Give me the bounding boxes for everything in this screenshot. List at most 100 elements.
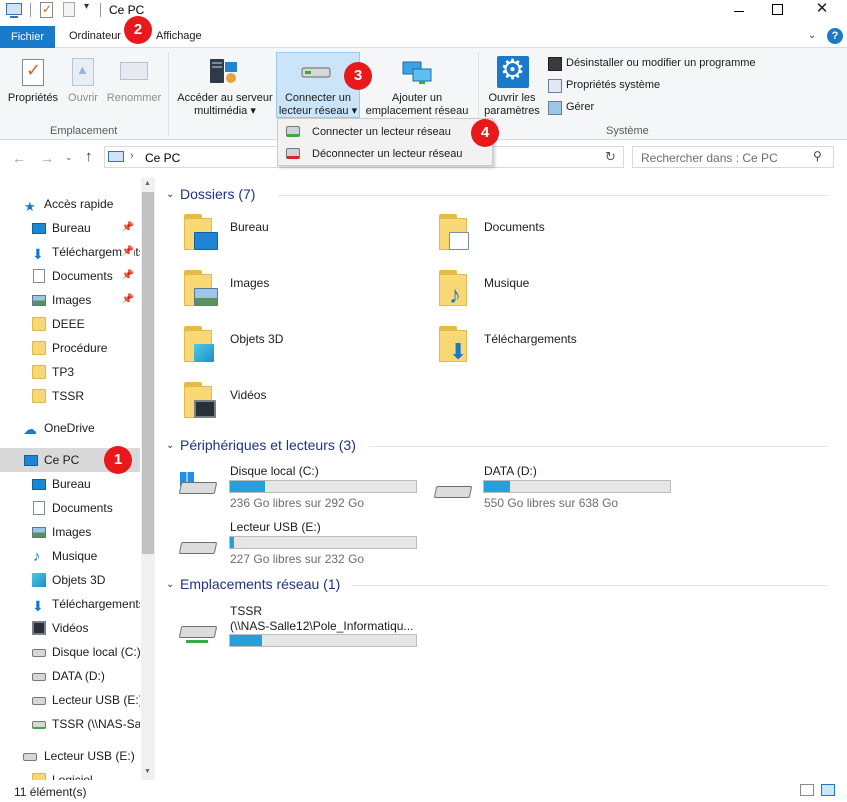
- close-button[interactable]: ✕: [804, 0, 840, 22]
- sidebar-item-onedrive[interactable]: ☁ OneDrive: [0, 416, 140, 440]
- breadcrumb-chevron-icon[interactable]: ›: [130, 150, 134, 162]
- drive-d-usage-bar: [483, 480, 671, 493]
- folder-item-musique[interactable]: Musique: [484, 276, 529, 290]
- search-placeholder: Rechercher dans : Ce PC: [641, 151, 778, 165]
- map-network-drive-button[interactable]: Connecter un: [276, 92, 360, 105]
- drive-e-usage-fill: [230, 537, 234, 548]
- sidebar-scrollbar-thumb[interactable]: [142, 192, 154, 554]
- separator: [30, 3, 31, 17]
- collapse-chevron-icon[interactable]: ⌄: [166, 189, 174, 200]
- cloud-icon: ☁: [23, 421, 37, 437]
- folder-item-telechargements[interactable]: Téléchargements: [484, 332, 577, 346]
- drive-e-name[interactable]: Lecteur USB (E:): [230, 520, 321, 534]
- sidebar-item-label: OneDrive: [44, 421, 95, 435]
- search-icon[interactable]: ⚲: [813, 149, 822, 163]
- menu-item-disconnect-network-drive[interactable]: Déconnecter un lecteur réseau: [279, 143, 492, 165]
- sidebar-item-label: Documents: [52, 501, 113, 515]
- sidebar-item-logiciel[interactable]: Logiciel: [0, 768, 140, 780]
- manage-button[interactable]: Gérer: [566, 101, 594, 114]
- media-server-dropdown[interactable]: multimédia ▾: [172, 105, 278, 118]
- media-server-button[interactable]: Accéder au serveur: [172, 92, 278, 105]
- sidebar-item-tssr[interactable]: TSSR: [0, 384, 140, 408]
- media-server-icon: [210, 59, 237, 83]
- maximize-button[interactable]: [760, 0, 796, 22]
- section-header-folders[interactable]: Dossiers (7): [180, 186, 255, 202]
- sidebar-item-pc-3d[interactable]: Objets 3D: [0, 568, 140, 592]
- folder-item-videos[interactable]: Vidéos: [230, 388, 266, 402]
- network-drive-usage-fill: [230, 635, 262, 646]
- scroll-up-arrow-icon[interactable]: ▲: [144, 180, 151, 187]
- large-icons-view-icon[interactable]: [821, 784, 835, 796]
- sidebar-item-pc-bureau[interactable]: Bureau: [0, 472, 140, 496]
- sidebar-item-images[interactable]: Images 📌: [0, 288, 140, 312]
- collapse-chevron-icon[interactable]: ⌄: [166, 440, 174, 451]
- sidebar-item-documents[interactable]: Documents 📌: [0, 264, 140, 288]
- sidebar-item-quick-access[interactable]: ★ Accès rapide: [0, 192, 140, 216]
- new-folder-quick-icon[interactable]: [63, 2, 75, 17]
- up-arrow-icon[interactable]: ↑: [85, 148, 93, 165]
- sidebar-item-drive-e[interactable]: Lecteur USB (E:): [0, 688, 140, 712]
- details-view-icon[interactable]: [800, 784, 814, 796]
- collapse-chevron-icon[interactable]: ⌄: [166, 579, 174, 590]
- pin-icon: 📌: [121, 240, 134, 264]
- navigation-pane: ★ Accès rapide Bureau 📌 ⬇ Téléchargement…: [0, 178, 157, 780]
- tab-file[interactable]: Fichier: [0, 26, 55, 48]
- sidebar-item-drive-d[interactable]: DATA (D:): [0, 664, 140, 688]
- sidebar-item-drive-c[interactable]: Disque local (C:): [0, 640, 140, 664]
- drive-c-name[interactable]: Disque local (C:): [230, 464, 319, 478]
- drive-d-usage-fill: [484, 481, 511, 492]
- folder-item-images[interactable]: Images: [230, 276, 269, 290]
- add-network-location-button-line2[interactable]: emplacement réseau: [360, 105, 474, 118]
- sidebar-item-deee[interactable]: DEEE: [0, 312, 140, 336]
- forward-arrow-icon[interactable]: →: [40, 150, 54, 166]
- sidebar-item-bureau[interactable]: Bureau 📌: [0, 216, 140, 240]
- sidebar-item-pc-images[interactable]: Images: [0, 520, 140, 544]
- sidebar-item-tp3[interactable]: TP3: [0, 360, 140, 384]
- properties-button[interactable]: Propriétés: [4, 92, 62, 105]
- ribbon-collapse-chevron-icon[interactable]: ⌄: [808, 30, 816, 41]
- refresh-icon[interactable]: ↻: [605, 149, 616, 165]
- folder-item-bureau[interactable]: Bureau: [230, 220, 269, 234]
- pin-icon: 📌: [121, 294, 134, 305]
- uninstall-program-button[interactable]: Désinstaller ou modifier un programme: [566, 57, 756, 70]
- customize-quick-access-dropdown[interactable]: ▾: [84, 1, 89, 12]
- open-button[interactable]: Ouvrir: [62, 92, 104, 105]
- help-button[interactable]: ?: [827, 28, 843, 44]
- breadcrumb-this-pc[interactable]: Ce PC: [145, 151, 180, 165]
- menu-item-connect-network-drive[interactable]: Connecter un lecteur réseau: [279, 121, 492, 143]
- sidebar-item-pc-videos[interactable]: Vidéos: [0, 616, 140, 640]
- sidebar-item-downloads[interactable]: ⬇ Téléchargements 📌: [0, 240, 140, 264]
- open-settings-button-line2[interactable]: paramètres: [481, 105, 543, 118]
- window-title: Ce PC: [109, 3, 145, 17]
- add-network-location-button[interactable]: Ajouter un: [360, 92, 474, 105]
- network-drive-name[interactable]: TSSR: [230, 604, 262, 618]
- minimize-button[interactable]: [722, 0, 758, 22]
- recent-locations-chevron-icon[interactable]: ⌄: [65, 152, 73, 163]
- sidebar-item-network-tssr[interactable]: TSSR (\\NAS-Salle12\Pole_Informatique): [0, 712, 140, 736]
- sidebar-item-pc-music[interactable]: ♪ Musique: [0, 544, 140, 568]
- folder-item-objets-3d[interactable]: Objets 3D: [230, 332, 283, 346]
- music-note-icon: ♪: [33, 548, 41, 565]
- section-header-network[interactable]: Emplacements réseau (1): [180, 576, 340, 592]
- scroll-down-arrow-icon[interactable]: ▼: [144, 768, 151, 775]
- rename-button[interactable]: Renommer: [104, 92, 164, 105]
- sidebar-item-pc-documents[interactable]: Documents: [0, 496, 140, 520]
- section-header-devices[interactable]: Périphériques et lecteurs (3): [180, 437, 356, 453]
- usb-drive-icon: [23, 753, 37, 761]
- tab-view[interactable]: Affichage: [156, 30, 202, 42]
- sidebar-item-procedure[interactable]: Procédure: [0, 336, 140, 360]
- open-settings-button[interactable]: Ouvrir les: [481, 92, 543, 105]
- system-properties-button[interactable]: Propriétés système: [566, 79, 660, 92]
- sidebar-item-pc-downloads[interactable]: ⬇ Téléchargements: [0, 592, 140, 616]
- divider: [370, 446, 828, 447]
- map-network-drive-dropdown[interactable]: lecteur réseau ▾: [276, 105, 360, 118]
- drive-d-name[interactable]: DATA (D:): [484, 464, 537, 478]
- back-arrow-icon[interactable]: ←: [12, 150, 26, 166]
- network-drive-path[interactable]: (\\NAS-Salle12\Pole_Informatiqu...: [230, 619, 413, 633]
- tab-computer[interactable]: Ordinateur: [69, 30, 121, 42]
- folder-music-icon: ♪: [437, 270, 475, 308]
- sidebar-item-usb[interactable]: Lecteur USB (E:): [0, 744, 140, 768]
- sidebar-item-label: TP3: [52, 365, 75, 379]
- folder-item-documents[interactable]: Documents: [484, 220, 545, 234]
- properties-quick-icon[interactable]: [40, 2, 53, 18]
